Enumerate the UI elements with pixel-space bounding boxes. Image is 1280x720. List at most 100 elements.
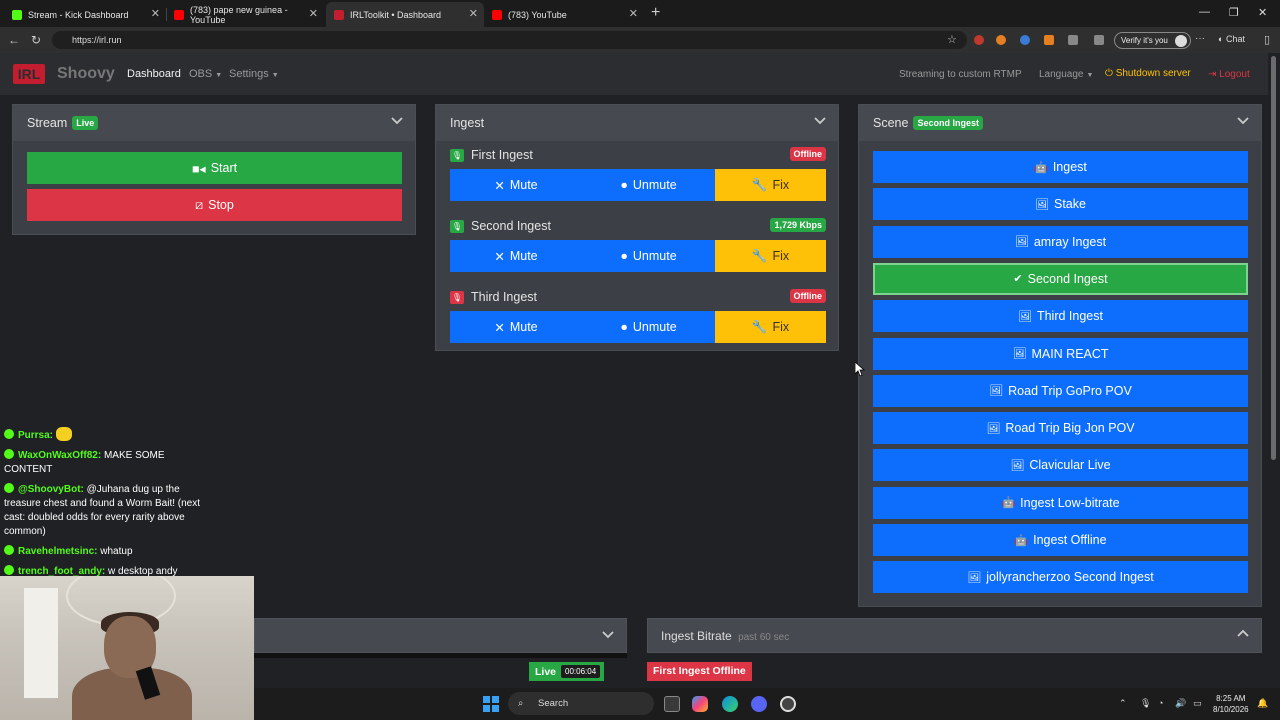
unmute-button[interactable]: ● Unmute [582,311,715,343]
logout-button[interactable]: ⇥ Logout [1208,69,1250,80]
stop-label: Stop [208,198,234,212]
scene-label: MAIN REACT [1031,346,1109,361]
chevron-up-icon[interactable] [1237,628,1249,640]
close-icon[interactable]: ✕ [629,7,638,20]
copilot-icon[interactable] [692,696,708,712]
browser-tab[interactable]: Stream - Kick Dashboard ✕ [4,2,167,27]
stop-button[interactable]: ⧄ Stop [27,189,402,221]
chevron-down-icon[interactable] [1237,114,1249,126]
taskbar-search[interactable]: ⌕ Search [508,692,654,715]
close-icon[interactable]: ✕ [151,7,160,20]
start-button[interactable]: ■◂ Start [27,152,402,184]
elapsed-time: 00:06:04 [561,665,601,678]
extension-icon[interactable] [996,35,1006,45]
back-icon[interactable]: ← [8,33,20,47]
battery-icon[interactable]: ▭ [1193,698,1202,709]
bookmark-star-icon[interactable]: ☆ [947,33,957,46]
nav-obs-label: OBS [189,68,213,80]
image-icon: 🖼 [967,571,982,584]
browser-tab[interactable]: (783) pape new guinea - YouTube ✕ [166,2,324,27]
nav-settings[interactable]: Settings ▼ [229,68,279,80]
mute-button[interactable]: ✕ Mute [450,240,582,272]
fix-button[interactable]: 🔧 Fix [715,311,826,343]
taskbar-clock[interactable]: 8:25 AM 8/10/2026 [1213,693,1249,715]
microphone-icon[interactable]: 🎙 [1140,698,1151,709]
fix-button[interactable]: 🔧 Fix [715,240,826,272]
scene-button[interactable]: 🖼 amray Ingest [873,225,1248,258]
scene-button[interactable]: 🖼 Road Trip Big Jon POV [873,412,1248,445]
extension-icon[interactable] [1020,35,1030,45]
fix-label: Fix [772,178,790,192]
chevron-down-icon[interactable] [602,628,614,640]
new-tab-icon[interactable]: + [651,4,660,22]
scene-button[interactable]: 🖼 Road Trip GoPro POV [873,374,1248,407]
unmute-button[interactable]: ● Unmute [582,240,715,272]
app-icon[interactable] [780,696,796,712]
more-icon[interactable]: ··· [1195,33,1205,44]
brand-name[interactable]: Shoovy [57,65,115,83]
nav-language[interactable]: Language ▼ [1039,69,1093,80]
chevron-down-icon[interactable] [391,114,403,126]
edge-icon[interactable] [722,696,738,712]
third-ingest-label: 🎙 Third Ingest [450,290,537,304]
collapsed-panel [254,618,627,653]
page-scrollbar[interactable] [1271,56,1276,460]
scene-button[interactable]: 🤖 Ingest Offline [873,524,1248,556]
scene-panel-header[interactable]: Scene Second Ingest [859,105,1261,141]
youtube-icon [174,9,184,20]
scene-button[interactable]: 🖼 MAIN REACT [873,337,1248,370]
close-icon[interactable]: ✕ [469,7,478,20]
scene-label: Clavicular Live [1029,458,1111,473]
unmute-button[interactable]: ● Unmute [582,169,715,201]
favorites-icon[interactable] [1094,35,1104,45]
browser-tab-active[interactable]: IRLToolkit • Dashboard ✕ [326,2,484,27]
fix-label: Fix [772,320,790,334]
network-icon[interactable]: ◔ [1158,698,1163,708]
scene-button[interactable]: 🤖 Ingest Low-bitrate [873,486,1248,519]
nav-dashboard[interactable]: Dashboard [127,68,181,80]
volume-icon[interactable]: 🔊 [1175,698,1186,709]
image-icon: 🖼 [1018,310,1032,323]
close-window-icon[interactable]: ✕ [1258,6,1267,19]
caret-down-icon: ▼ [1086,72,1094,79]
chevron-down-icon[interactable] [814,114,826,126]
extension-icon[interactable] [974,35,984,45]
verify-button[interactable]: Verify it's you [1114,32,1191,49]
mute-label: Mute [509,178,538,192]
shutdown-label: Shutdown server [1115,68,1191,79]
shutdown-server-button[interactable]: ⏻ Shutdown server [1105,68,1191,79]
minimize-icon[interactable]: — [1199,6,1210,18]
mute-button[interactable]: ✕ Mute [450,311,582,343]
robot-icon: 🤖 [1034,161,1048,174]
stream-panel-header[interactable]: Stream Live [13,105,415,141]
mute-button[interactable]: ✕ Mute [450,169,582,201]
discord-icon[interactable] [751,696,767,712]
download-icon[interactable] [1044,35,1054,45]
nav-obs[interactable]: OBS ▼ [189,68,222,80]
scene-button[interactable]: ✔ Second Ingest [873,262,1248,295]
browser-tab[interactable]: (783) YouTube ✕ [484,2,644,27]
reload-icon[interactable]: ↻ [31,33,41,47]
url-input[interactable]: https://irl.run [52,31,967,49]
ingest-panel-header[interactable]: Ingest [436,105,838,141]
puzzle-icon[interactable] [1068,35,1078,45]
scene-button[interactable]: 🖼 jollyrancherzoo Second Ingest [873,561,1248,594]
scene-button[interactable]: 🖼 Stake [873,188,1248,221]
tray-chevron-up-icon[interactable]: ⌃ [1119,698,1127,709]
close-icon[interactable]: ✕ [309,7,318,20]
notification-bell-icon[interactable]: 🔔 [1257,698,1268,709]
scene-label: Third Ingest [1036,309,1103,324]
app-navbar: IRL Shoovy Dashboard OBS ▼ Settings ▼ Stre… [0,53,1268,95]
restore-icon[interactable]: ❐ [1229,6,1239,19]
scene-button[interactable]: 🖼 Clavicular Live [873,449,1248,482]
sidebar-icon[interactable]: ▯ [1264,33,1270,46]
scene-button[interactable]: 🖼 Third Ingest [873,300,1248,333]
windows-start-icon[interactable] [483,696,499,712]
kick-badge-icon [4,545,14,555]
fix-button[interactable]: 🔧 Fix [715,169,826,201]
search-icon: ⌕ [518,698,524,709]
task-view-icon[interactable] [664,696,680,712]
copilot-chat-button[interactable]: ◐ Chat [1218,34,1245,44]
kick-icon [12,9,22,20]
scene-button[interactable]: 🤖 Ingest [873,151,1248,183]
